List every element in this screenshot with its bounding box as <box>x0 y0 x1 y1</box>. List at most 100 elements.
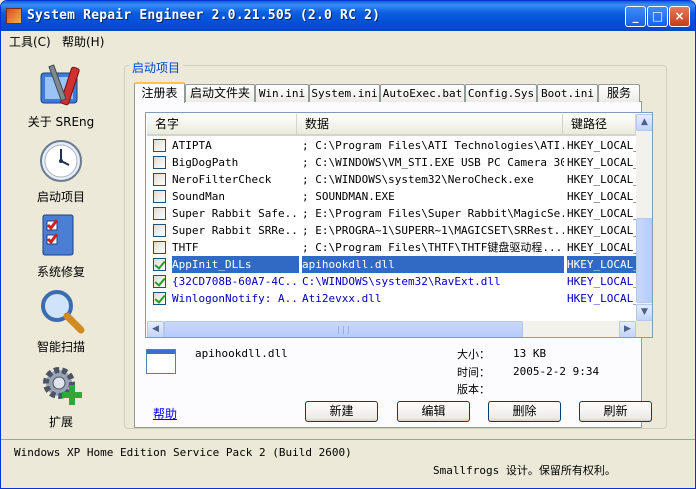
tab-registry[interactable]: 注册表 <box>134 82 185 103</box>
edit-button[interactable]: 编辑 <box>397 401 470 422</box>
menu-help[interactable]: 帮助(H) <box>62 33 104 50</box>
scroll-up-button[interactable]: ▲ <box>636 114 652 131</box>
table-row[interactable]: SoundMan ; SOUNDMAN.EXE HKEY_LOCAL_M <box>147 188 636 205</box>
row-checkbox[interactable] <box>153 275 166 288</box>
cell-keypath: HKEY_LOCAL_M <box>567 190 636 203</box>
cell-keypath: HKEY_LOCAL_M <box>567 275 636 288</box>
cell-data: ; E:\Program Files\Super Rabbit\MagicSe.… <box>302 207 564 220</box>
row-checkbox[interactable] <box>153 258 166 271</box>
cell-data: ; C:\Program Files\ATI Technologies\ATI.… <box>302 139 564 152</box>
refresh-button[interactable]: 刷新 <box>579 401 652 422</box>
tab-services[interactable]: 服务 <box>598 84 640 102</box>
cell-data: ; C:\Program Files\THTF\THTF键盘驱动程... <box>302 241 563 254</box>
cell-keypath: HKEY_LOCAL_M <box>567 292 636 305</box>
cell-data: apihookdll.dll <box>302 256 564 273</box>
row-checkbox[interactable] <box>153 292 166 305</box>
sidebar-item-label: 系统修复 <box>36 265 85 279</box>
cell-name: ATIPTA <box>172 139 212 152</box>
close-button[interactable]: × <box>669 6 690 27</box>
cell-name: THTF <box>172 241 199 254</box>
cell-data: ; E:\PROGRA~1\SUPERR~1\MAGICSET\SRRest..… <box>302 224 564 237</box>
tab-config-sys[interactable]: Config.Sys <box>465 84 537 102</box>
table-row[interactable]: AppInit_DLLsapihookdll.dllHKEY_LOCAL_M <box>147 256 636 273</box>
table-row[interactable]: Super Rabbit SRRe...; E:\PROGRA~1\SUPERR… <box>147 222 636 239</box>
scroll-left-button[interactable]: ◀ <box>147 321 164 337</box>
window-title: System Repair Engineer 2.0.21.505 (2.0 R… <box>27 8 381 23</box>
table-row[interactable]: Super Rabbit Safe...; E:\Program Files\S… <box>147 205 636 222</box>
tab-system-ini[interactable]: System.ini <box>309 84 380 102</box>
table-row[interactable]: WinlogonNotify: A... Ati2evxx.dll HKEY_LOC… <box>147 290 636 307</box>
list-frame: 名字 数据 键路径 ATIPTA ; C:\Program Files\ATI T… <box>145 112 653 338</box>
cell-keypath: HKEY_LOCAL_M <box>567 207 636 220</box>
menu-tools[interactable]: 工具(C) <box>9 33 51 50</box>
row-checkbox[interactable] <box>153 173 166 186</box>
title-bar[interactable]: System Repair Engineer 2.0.21.505 (2.0 R… <box>1 1 695 31</box>
row-checkbox[interactable] <box>153 224 166 237</box>
column-header-data[interactable]: 数据 <box>297 114 563 134</box>
sidebar-item-about[interactable]: 关于 SREng <box>19 63 103 133</box>
table-row[interactable]: BigDogPath ; C:\WINDOWS\VM_STI.EXE USB PC… <box>147 154 636 171</box>
clock-icon <box>40 140 82 182</box>
cell-name: WinlogonNotify: A... <box>172 292 299 305</box>
toolbox-icon <box>40 64 80 106</box>
checklist-icon <box>42 214 74 256</box>
sidebar-item-label: 启动项目 <box>36 190 85 204</box>
row-checkbox[interactable] <box>153 190 166 203</box>
cell-data: ; SOUNDMAN.EXE <box>302 190 395 203</box>
horizontal-scroll-thumb[interactable]: ||| <box>164 321 523 337</box>
row-checkbox[interactable] <box>153 207 166 220</box>
cell-name: BigDogPath <box>172 156 239 169</box>
cell-keypath: HKEY_LOCAL_M <box>567 224 636 237</box>
horizontal-scrollbar[interactable]: ◀ ||| ▶ <box>147 321 636 337</box>
status-bar: Windows XP Home Edition Service Pack 2 (… <box>1 439 695 488</box>
vertical-scroll-thumb[interactable] <box>636 218 652 303</box>
list-header: 名字 数据 键路径 <box>147 114 636 136</box>
cell-data: ; C:\WINDOWS\VM_STI.EXE USB PC Camera 30… <box>302 156 564 169</box>
app-icon <box>6 8 22 24</box>
main-window: System Repair Engineer 2.0.21.505 (2.0 R… <box>0 0 696 489</box>
time-value: 2005-2-2 9:34 <box>513 365 600 378</box>
table-row[interactable]: THTF ; C:\Program Files\THTF\THTF键盘驱动程...… <box>147 239 636 256</box>
sidebar-item-label: 智能扫描 <box>36 340 85 354</box>
table-row[interactable]: NeroFilterCheck ; C:\WINDOWS\system32\Ner… <box>147 171 636 188</box>
help-link[interactable]: 帮助 <box>153 405 177 422</box>
tab-win-ini[interactable]: Win.ini <box>255 84 309 102</box>
os-version-text: Windows XP Home Edition Service Pack 2 (… <box>14 446 352 459</box>
table-row[interactable]: ATIPTA ; C:\Program Files\ATI Technologie… <box>147 137 636 154</box>
time-label: 时间： <box>457 366 490 379</box>
cell-data: ; C:\WINDOWS\system32\NeroCheck.exe <box>302 173 534 186</box>
tab-boot-ini[interactable]: Boot.ini <box>537 84 598 102</box>
menu-bar: 工具(C) 帮助(H) <box>1 31 695 50</box>
size-label: 大小： <box>457 348 490 361</box>
startup-list[interactable]: 名字 数据 键路径 ATIPTA ; C:\Program Files\ATI T… <box>145 112 653 338</box>
scroll-right-button[interactable]: ▶ <box>619 321 636 337</box>
cell-name: {32CD708B-60A7-4C... <box>172 275 299 288</box>
new-button[interactable]: 新建 <box>305 401 378 422</box>
cell-keypath: HKEY_LOCAL_M <box>567 256 636 273</box>
row-checkbox[interactable] <box>153 241 166 254</box>
sidebar-item-extend[interactable]: 扩展 <box>19 363 103 433</box>
scroll-down-button[interactable]: ▼ <box>636 304 652 321</box>
sidebar-item-scan[interactable]: 智能扫描 <box>19 288 103 358</box>
column-header-keypath[interactable]: 键路径 <box>563 114 636 134</box>
row-checkbox[interactable] <box>153 139 166 152</box>
tab-autoexec-bat[interactable]: AutoExec.bat <box>380 84 465 102</box>
group-title: 启动项目 <box>129 59 184 76</box>
cell-name: AppInit_DLLs <box>172 256 299 273</box>
sidebar-item-startup[interactable]: 启动项目 <box>19 138 103 208</box>
tab-startup-folder[interactable]: 启动文件夹 <box>185 84 255 102</box>
minimize-button[interactable]: _ <box>625 6 646 27</box>
cell-keypath: HKEY_LOCAL_M <box>567 173 636 186</box>
cell-keypath: HKEY_LOCAL_M <box>567 139 636 152</box>
scrollbar-corner <box>636 321 652 337</box>
vertical-scrollbar[interactable]: ▲ ▼ <box>636 114 652 321</box>
row-checkbox[interactable] <box>153 156 166 169</box>
cell-name: SoundMan <box>172 190 225 203</box>
maximize-button[interactable]: □ <box>647 6 668 27</box>
sidebar-item-repair[interactable]: 系统修复 <box>19 213 103 283</box>
delete-button[interactable]: 删除 <box>488 401 561 422</box>
cell-keypath: HKEY_LOCAL_M <box>567 241 636 254</box>
column-header-name[interactable]: 名字 <box>147 114 297 134</box>
table-row[interactable]: {32CD708B-60A7-4C... C:\WINDOWS\system32\… <box>147 273 636 290</box>
sidebar-item-label: 关于 SREng <box>27 115 95 129</box>
